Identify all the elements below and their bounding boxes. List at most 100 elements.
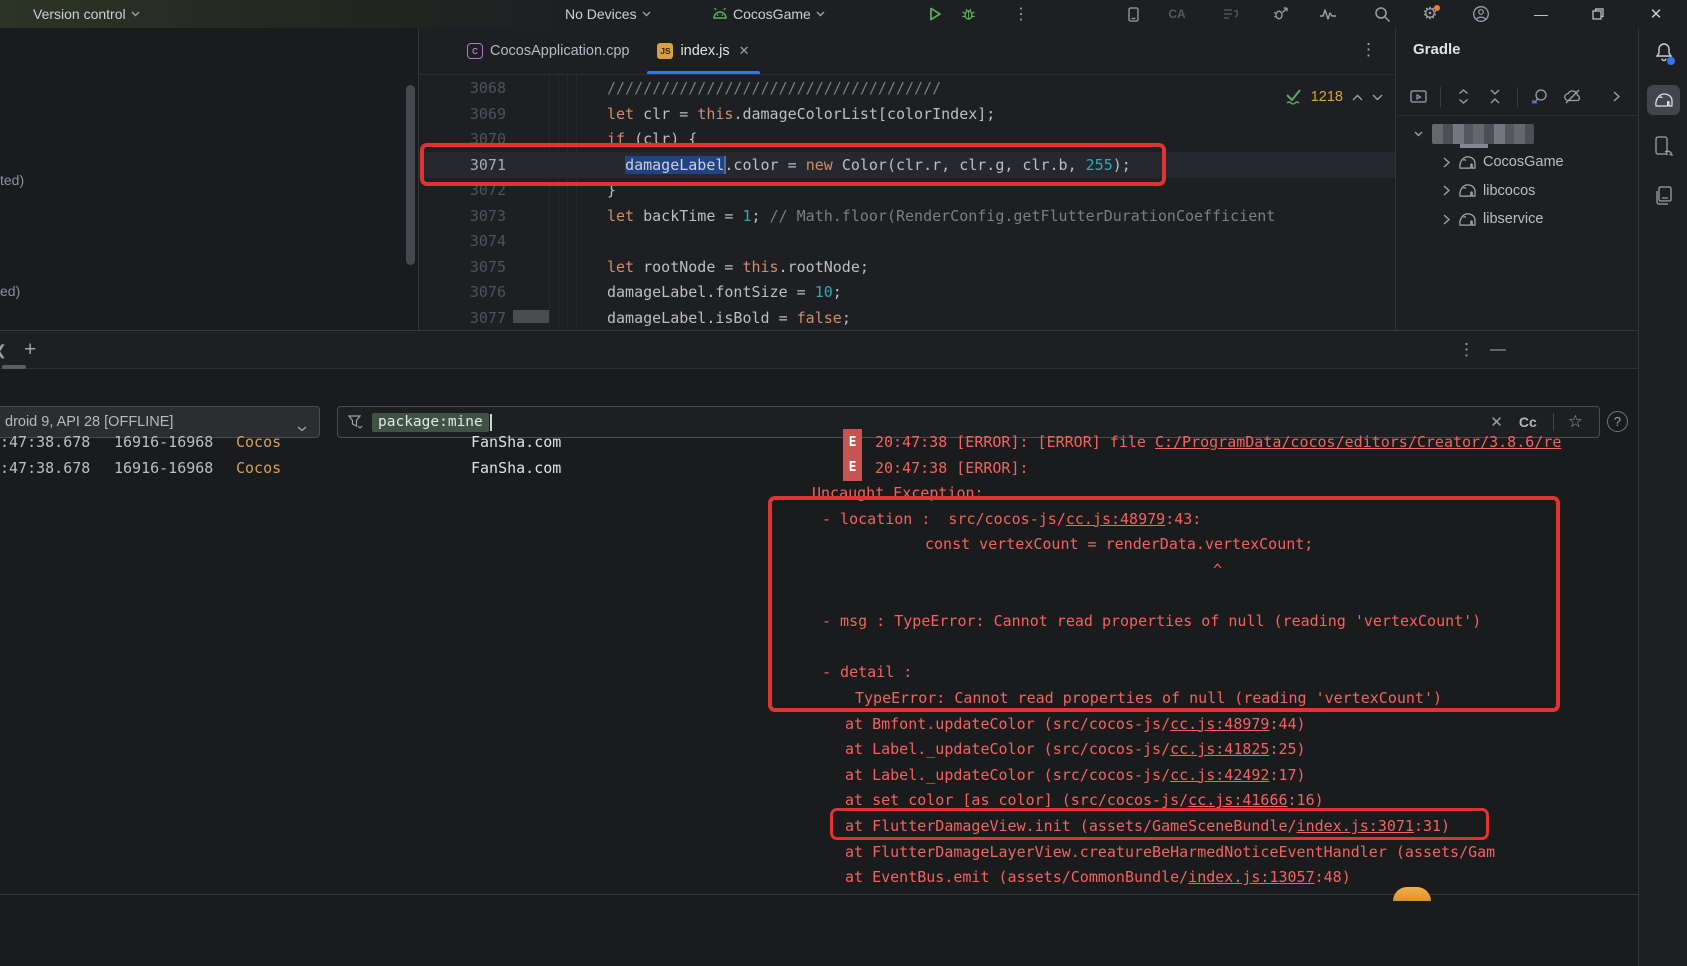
log-timestamp: 16916-16968 xyxy=(114,429,213,455)
log-level-badge-error: E xyxy=(843,429,862,455)
line-number: 3073 xyxy=(458,203,506,229)
log-error-line: const vertexCount = renderData.vertexCou… xyxy=(925,531,1313,557)
code-line-3069[interactable]: 3069let clr = this.damageColorList[color… xyxy=(419,101,1395,127)
log-source-link[interactable]: index.js:3071 xyxy=(1297,817,1414,835)
code-line-3074[interactable]: 3074 xyxy=(419,228,1395,254)
code-line-3077[interactable]: 3077damageLabel.isBold = false; xyxy=(419,305,1395,331)
partial-emoji-icon xyxy=(1393,887,1431,901)
chevron-right-icon[interactable] xyxy=(1438,185,1454,196)
account-avatar-icon[interactable] xyxy=(1468,1,1494,27)
debug-button[interactable] xyxy=(955,1,981,27)
analyze-dependencies-icon[interactable] xyxy=(1530,87,1550,107)
gradle-toolbar xyxy=(1396,78,1638,116)
device-manager-icon[interactable] xyxy=(1120,1,1146,27)
log-source-link[interactable]: cc.js:42492 xyxy=(1170,766,1269,784)
code-line-3076[interactable]: 3076damageLabel.fontSize = 10; xyxy=(419,279,1395,305)
line-number: 3072 xyxy=(458,177,506,203)
run-configuration-label: CocosGame xyxy=(733,6,811,22)
chevron-down-icon xyxy=(642,11,651,17)
window-minimize-button[interactable]: — xyxy=(1526,1,1556,27)
chevron-down-icon xyxy=(816,11,825,17)
log-error-line: at FlutterDamageLayerView.creatureBeHarm… xyxy=(845,839,1495,865)
collapse-all-icon[interactable] xyxy=(1485,87,1505,107)
notifications-bell-icon[interactable] xyxy=(1639,42,1687,62)
code-editor: C CocosApplication.cpp JS index.js ✕ ⋮ 3… xyxy=(418,28,1395,330)
settings-gear-icon[interactable]: ⚙ xyxy=(1417,1,1443,27)
log-tag: Cocos xyxy=(236,455,281,481)
log-error-line: at Label._updateColor (src/cocos-js/cc.j… xyxy=(845,762,1306,788)
gradle-root-node[interactable] xyxy=(1396,120,1638,148)
log-error-line: at Label._updateColor (src/cocos-js/cc.j… xyxy=(845,736,1306,762)
code-line-3075[interactable]: 3075 let rootNode = this.rootNode; xyxy=(419,254,1395,280)
bug-icon xyxy=(961,7,976,22)
log-source-link[interactable]: index.js:13057 xyxy=(1188,868,1314,886)
next-issue-icon[interactable] xyxy=(1372,94,1383,101)
run-configuration[interactable]: CocosGame xyxy=(712,0,825,28)
todo-list-icon xyxy=(1218,1,1244,27)
gradle-node-libservice[interactable]: libservice xyxy=(1396,205,1638,233)
offline-mode-icon[interactable] xyxy=(1562,87,1582,107)
version-control-label: Version control xyxy=(33,6,126,22)
code-text: damageLabel.isBold = false; xyxy=(607,305,851,331)
toolbar-more-chevron-icon[interactable] xyxy=(1606,87,1626,107)
chevron-right-icon[interactable] xyxy=(1438,157,1454,168)
gradle-tool-button[interactable] xyxy=(1647,85,1680,115)
gradle-elephant-icon xyxy=(1458,183,1477,198)
code-text: damageLabel.color = new Color(clr.r, clr… xyxy=(607,152,1131,178)
log-error-line: at Bmfont.updateColor (src/cocos-js/cc.j… xyxy=(845,711,1306,737)
attach-debugger-icon[interactable] xyxy=(1267,1,1293,27)
gradle-panel: Gradle CocosGamelibcocoslibser xyxy=(1395,28,1638,330)
log-source-link[interactable]: cc.js:48979 xyxy=(1066,510,1165,528)
log-source-link[interactable]: cc.js:48979 xyxy=(1170,715,1269,733)
log-source-link[interactable]: cc.js:41666 xyxy=(1188,791,1287,809)
log-timestamp: 16916-16968 xyxy=(114,455,213,481)
line-number: 3075 xyxy=(458,254,506,280)
code-area[interactable]: 3068////////////////////////////////////… xyxy=(419,28,1395,330)
device-selector[interactable]: No Devices xyxy=(565,0,651,28)
code-line-3068[interactable]: 3068////////////////////////////////////… xyxy=(419,75,1395,101)
log-source-link[interactable]: C:/ProgramData/cocos/editors/Creator/3.8… xyxy=(1155,433,1561,451)
log-error-line: 20:47:38 [ERROR]: [ERROR] file C:/Progra… xyxy=(875,429,1561,455)
gradle-tree: CocosGame libcocos libservice xyxy=(1396,116,1638,330)
gradle-panel-title: Gradle xyxy=(1413,41,1461,58)
android-icon xyxy=(712,7,728,21)
log-error-line: at FlutterDamageView.init (assets/GameSc… xyxy=(845,813,1450,839)
log-error-line: - location : src/cocos-js/cc.js:48979:43… xyxy=(822,506,1201,532)
code-line-3070[interactable]: 3070if (clr) { xyxy=(419,126,1395,152)
chevron-down-icon[interactable] xyxy=(1410,131,1426,137)
chevron-right-icon[interactable] xyxy=(1438,214,1454,225)
version-control-menu[interactable]: Version control xyxy=(33,0,140,28)
code-text: let rootNode = this.rootNode; xyxy=(607,254,869,280)
code-text: let clr = this.damageColorList[colorInde… xyxy=(607,101,995,127)
log-source-link[interactable]: cc.js:41825 xyxy=(1170,740,1269,758)
profiler-icon[interactable] xyxy=(1315,1,1341,27)
sync-gradle-icon[interactable] xyxy=(1408,87,1428,107)
expand-all-icon[interactable] xyxy=(1453,87,1473,107)
line-number: 3068 xyxy=(458,75,506,101)
code-line-3073[interactable]: 3073let backTime = 1; // Math.floor(Rend… xyxy=(419,203,1395,229)
running-devices-tool-icon[interactable] xyxy=(1639,186,1687,206)
code-text: damageLabel.fontSize = 10; xyxy=(607,279,842,305)
window-close-button[interactable]: ✕ xyxy=(1641,1,1671,27)
gradle-node-label: libcocos xyxy=(1483,183,1535,199)
device-manager-tool-icon[interactable] xyxy=(1639,136,1687,158)
code-analysis-icon: CA xyxy=(1164,1,1190,27)
log-error-line: - msg : TypeError: Cannot read propertie… xyxy=(822,608,1481,634)
toolbar-divider xyxy=(1440,87,1441,107)
logcat-panel: ❮ + ⋮ — droid 9, API 28 [OFFLINE] packag… xyxy=(0,330,1638,966)
window-restore-button[interactable] xyxy=(1583,1,1613,27)
log-message: FanSha.com xyxy=(471,429,561,455)
log-area[interactable]: :47:38.67816916-16968CocosFanSha.comE20:… xyxy=(0,331,1638,966)
line-number: 3070 xyxy=(458,126,506,152)
log-error-line: at EventBus.emit (assets/CommonBundle/in… xyxy=(845,864,1351,890)
code-line-3071[interactable]: 3071 damageLabel.color = new Color(clr.r… xyxy=(419,152,1395,178)
code-line-3072[interactable]: 3072} xyxy=(419,177,1395,203)
search-everywhere-icon[interactable] xyxy=(1369,1,1395,27)
run-button[interactable] xyxy=(922,1,948,27)
gradle-node-cocosgame[interactable]: CocosGame xyxy=(1396,148,1638,176)
gradle-node-libcocos[interactable]: libcocos xyxy=(1396,177,1638,205)
more-actions-kebab[interactable]: ⋮ xyxy=(1008,1,1034,27)
left-scrollbar-thumb[interactable] xyxy=(406,85,415,265)
prev-issue-icon[interactable] xyxy=(1352,94,1363,101)
inspections-widget[interactable]: 1218 xyxy=(1285,85,1383,109)
